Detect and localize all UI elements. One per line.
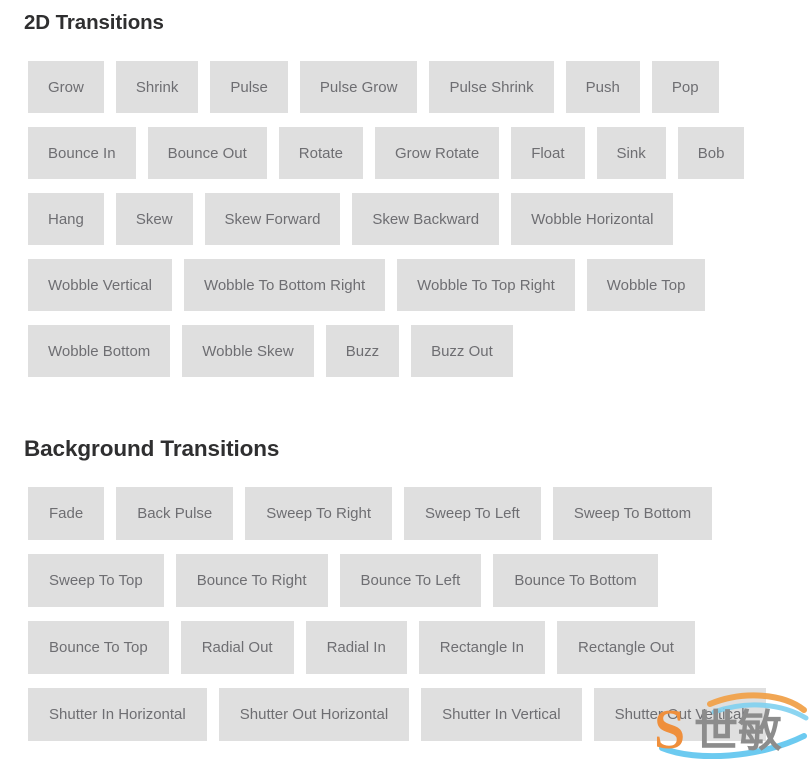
- effect-button-wobble-skew[interactable]: Wobble Skew: [182, 325, 314, 377]
- effect-button-bounce-out[interactable]: Bounce Out: [147, 127, 267, 179]
- effect-button-skew-backward[interactable]: Skew Backward: [352, 193, 500, 245]
- effect-button-radial-in[interactable]: Radial In: [305, 621, 407, 674]
- effect-button-push[interactable]: Push: [565, 61, 640, 113]
- button-row: Bounce To Top Radial Out Radial In Rectangl…: [28, 621, 809, 674]
- effect-button-sweep-to-right[interactable]: Sweep To Right: [245, 487, 393, 540]
- effect-button-fade[interactable]: Fade: [28, 487, 105, 540]
- effect-button-hang[interactable]: Hang: [28, 193, 104, 245]
- effect-button-sweep-to-left[interactable]: Sweep To Left: [404, 487, 541, 540]
- page-title-background-transitions: Background Transitions: [24, 436, 280, 461]
- effect-button-bounce-to-top[interactable]: Bounce To Top: [28, 621, 169, 674]
- effect-button-skew-forward[interactable]: Skew Forward: [204, 193, 341, 245]
- effect-button-skew[interactable]: Skew: [115, 193, 193, 245]
- page-title-2d-transitions: 2D Transitions: [24, 11, 164, 34]
- effect-button-wobble-horizontal[interactable]: Wobble Horizontal: [511, 193, 674, 245]
- button-row: Fade Back Pulse Sweep To Right Sweep To Lef…: [28, 487, 809, 540]
- effect-button-sweep-to-top[interactable]: Sweep To Top: [28, 554, 164, 607]
- page-root: 2D Transitions Grow Shrink Pulse Pulse Grow…: [0, 0, 809, 759]
- effect-button-pulse-grow[interactable]: Pulse Grow: [299, 61, 418, 113]
- effect-button-wobble-bottom[interactable]: Wobble Bottom: [28, 325, 171, 377]
- effect-button-wobble-vertical[interactable]: Wobble Vertical: [28, 259, 172, 311]
- effect-button-shutter-out-horizontal[interactable]: Shutter Out Horizontal: [218, 688, 410, 741]
- effect-button-sink[interactable]: Sink: [596, 127, 666, 179]
- effect-button-rectangle-out[interactable]: Rectangle Out: [557, 621, 695, 674]
- effect-button-grow[interactable]: Grow: [28, 61, 104, 113]
- effect-button-wobble-to-bottom-right[interactable]: Wobble To Bottom Right: [183, 259, 386, 311]
- effect-button-pop[interactable]: Pop: [651, 61, 719, 113]
- button-row: Shutter In Horizontal Shutter Out Horizon…: [28, 688, 809, 741]
- button-grid-2d-transitions: Grow Shrink Pulse Pulse Grow Pulse Shrink Pus…: [28, 61, 809, 391]
- effect-button-grow-rotate[interactable]: Grow Rotate: [374, 127, 500, 179]
- effect-button-shutter-out-vertical[interactable]: Shutter Out Vertical: [593, 688, 766, 741]
- effect-button-pulse[interactable]: Pulse: [210, 61, 288, 113]
- effect-button-pulse-shrink[interactable]: Pulse Shrink: [429, 61, 554, 113]
- effect-button-bounce-to-left[interactable]: Bounce To Left: [339, 554, 482, 607]
- button-row: Grow Shrink Pulse Pulse Grow Pulse Shrink Pus…: [28, 61, 809, 113]
- button-row: Wobble Vertical Wobble To Bottom Right Wob…: [28, 259, 809, 311]
- effect-button-float[interactable]: Float: [511, 127, 585, 179]
- effect-button-shrink[interactable]: Shrink: [115, 61, 199, 113]
- button-row: Hang Skew Skew Forward Skew Backward Wobble …: [28, 193, 809, 245]
- effect-button-rotate[interactable]: Rotate: [278, 127, 363, 179]
- button-row: Wobble Bottom Wobble Skew Buzz Buzz Out: [28, 325, 809, 377]
- effect-button-buzz[interactable]: Buzz: [325, 325, 400, 377]
- effect-button-back-pulse[interactable]: Back Pulse: [116, 487, 234, 540]
- effect-button-wobble-to-top-right[interactable]: Wobble To Top Right: [397, 259, 575, 311]
- effect-button-bounce-in[interactable]: Bounce In: [28, 127, 136, 179]
- button-row: Sweep To Top Bounce To Right Bounce To Lef…: [28, 554, 809, 607]
- effect-button-rectangle-in[interactable]: Rectangle In: [418, 621, 546, 674]
- effect-button-radial-out[interactable]: Radial Out: [180, 621, 294, 674]
- effect-button-wobble-top[interactable]: Wobble Top: [586, 259, 706, 311]
- effect-button-bounce-to-right[interactable]: Bounce To Right: [175, 554, 328, 607]
- effect-button-shutter-in-vertical[interactable]: Shutter In Vertical: [421, 688, 582, 741]
- button-grid-background-transitions: Fade Back Pulse Sweep To Right Sweep To Lef…: [28, 487, 809, 755]
- effect-button-buzz-out[interactable]: Buzz Out: [411, 325, 513, 377]
- effect-button-bob[interactable]: Bob: [677, 127, 745, 179]
- button-row: Bounce In Bounce Out Rotate Grow Rotate Floa…: [28, 127, 809, 179]
- effect-button-sweep-to-bottom[interactable]: Sweep To Bottom: [552, 487, 713, 540]
- effect-button-bounce-to-bottom[interactable]: Bounce To Bottom: [493, 554, 658, 607]
- effect-button-shutter-in-horizontal[interactable]: Shutter In Horizontal: [28, 688, 207, 741]
